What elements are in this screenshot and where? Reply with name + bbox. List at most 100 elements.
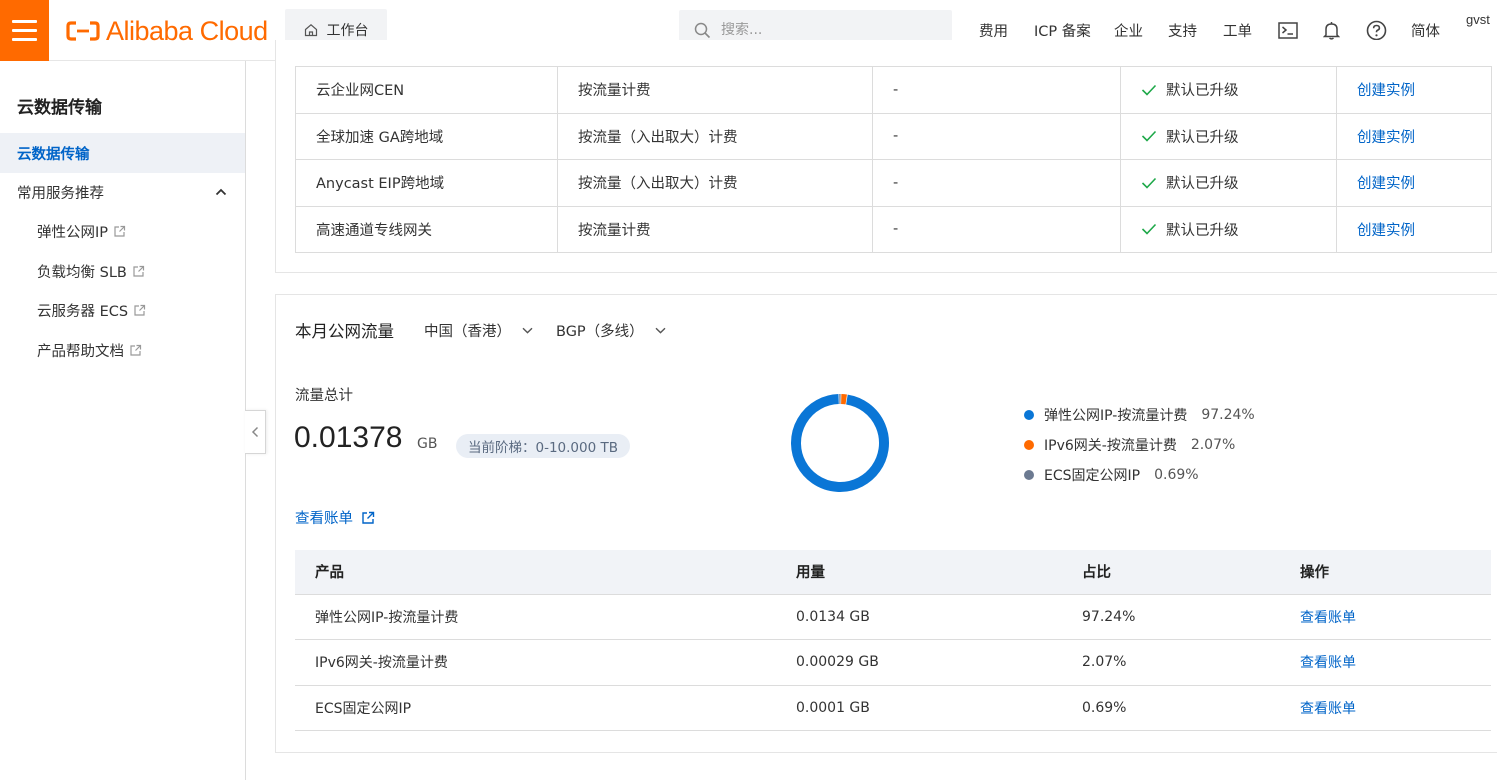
chevron-down-icon [522,327,533,334]
action-cell: 查看账单 [1300,685,1491,731]
product-cell: IPv6网关-按流量计费 [295,639,796,686]
tier-badge: 当前阶梯：0-10.000 TB [456,434,630,458]
check-icon [1141,131,1157,142]
line-select-value: BGP（多线） [556,324,644,340]
action-cell: 查看账单 [1300,639,1491,686]
legend-label: ECS固定公网IP [1044,468,1141,484]
sidebar-link-label: 弹性公网IP [37,225,109,241]
total-traffic-unit: GB [417,436,438,452]
legend-item: ECS固定公网IP 0.69% [1024,460,1255,490]
status-cell: 默认已升级 [1120,66,1337,114]
line-select[interactable]: BGP（多线） [556,320,666,341]
legend-label: 弹性公网IP-按流量计费 [1044,408,1188,424]
traffic-donut-chart [791,394,889,492]
table-row: ECS固定公网IP 0.0001 GB 0.69% 查看账单 [295,685,1491,731]
header-action: 操作 [1300,550,1491,595]
legend-item: 弹性公网IP-按流量计费 97.24% [1024,400,1255,430]
user-account[interactable]: gvst [1466,12,1490,27]
sidebar-link-slb[interactable]: 负载均衡 SLB [37,261,145,282]
view-bill-label: 查看账单 [295,511,353,527]
total-traffic-value: 0.01378 [294,421,403,454]
chevron-up-icon [215,188,227,196]
view-bill-link[interactable]: 查看账单 [1300,610,1356,626]
dash-cell: - [872,205,1121,253]
sidebar-group-label: 常用服务推荐 [17,185,104,202]
sidebar-collapse-button[interactable] [245,410,266,454]
logo-mark-icon [66,21,100,41]
billing-cell: 按流量（入出取大）计费 [557,112,873,160]
action-cell: 查看账单 [1300,594,1491,640]
header-product: 产品 [295,550,796,595]
sidebar-group-recommended[interactable]: 常用服务推荐 [17,181,227,203]
product-usage-table: 产品 用量 占比 操作 弹性公网IP-按流量计费 0.0134 GB 97.24… [295,550,1491,731]
product-cell: 云企业网CEN [295,66,558,114]
billing-cell: 按流量（入出取大）计费 [557,159,873,207]
usage-cell: 0.0001 GB [796,685,1082,731]
ratio-cell: 2.07% [1082,639,1300,686]
sidebar-link-eip[interactable]: 弹性公网IP [37,221,126,242]
create-instance-link[interactable]: 创建实例 [1357,83,1415,99]
external-link-icon [133,265,144,277]
create-instance-link[interactable]: 创建实例 [1357,130,1415,146]
status-cell: 默认已升级 [1120,205,1337,253]
legend-value: 97.24% [1201,407,1255,423]
legend-label: IPv6网关-按流量计费 [1044,438,1177,454]
sidebar: 云数据传输 云数据传输 常用服务推荐 弹性公网IP 负载均衡 SLB 云服务器 … [0,61,246,780]
sidebar-title: 云数据传输 [17,98,102,118]
dash-cell: - [872,66,1121,114]
view-bill-link[interactable]: 查看账单 [295,507,375,528]
header-ratio: 占比 [1082,550,1300,595]
table-row: 云企业网CEN 按流量计费 - 默认已升级 创建实例 [295,66,1492,114]
sidebar-link-label: 产品帮助文档 [37,344,124,360]
view-bill-link[interactable]: 查看账单 [1300,701,1356,717]
legend-value: 0.69% [1154,467,1199,483]
usage-cell: 0.0134 GB [796,594,1082,640]
header-usage: 用量 [796,550,1082,595]
search-icon [694,22,711,38]
nav-support-label: 支持 [1168,24,1197,40]
status-label: 默认已升级 [1166,222,1239,239]
logo-text: Alibaba Cloud [106,15,268,46]
ratio-cell: 0.69% [1082,685,1300,731]
nav-icp-label: ICP 备案 [1034,24,1091,40]
nav-ticket-label: 工单 [1223,24,1252,40]
alibaba-cloud-logo[interactable]: Alibaba Cloud [66,14,268,48]
check-icon [1141,84,1157,96]
product-cell: 弹性公网IP-按流量计费 [295,594,796,640]
check-icon [1141,224,1157,235]
legend-dot [1024,440,1034,450]
create-instance-link[interactable]: 创建实例 [1357,176,1415,192]
view-bill-link[interactable]: 查看账单 [1300,655,1356,671]
region-select[interactable]: 中国（香港） [424,320,533,341]
external-link-icon [130,344,142,356]
table-row: Anycast EIP跨地域 按流量（入出取大）计费 - 默认已升级 创建实例 [295,159,1492,207]
status-label: 默认已升级 [1166,129,1239,146]
billing-cell: 按流量计费 [557,66,873,114]
ratio-cell: 97.24% [1082,594,1300,640]
menu-icon[interactable] [0,0,49,61]
product-cell: Anycast EIP跨地域 [295,159,558,207]
dash-cell: - [872,112,1121,160]
status-label: 默认已升级 [1166,176,1239,193]
sidebar-link-label: 云服务器 ECS [37,304,129,320]
status-cell: 默认已升级 [1120,112,1337,160]
chart-legend: 弹性公网IP-按流量计费 97.24% IPv6网关-按流量计费 2.07% E… [1024,400,1255,490]
sidebar-link-docs[interactable]: 产品帮助文档 [37,340,142,361]
product-cell: 高速通道专线网关 [295,205,558,253]
product-cell: 全球加速 GA跨地域 [295,112,558,160]
action-cell: 创建实例 [1336,205,1492,253]
sidebar-item-data-transfer[interactable]: 云数据传输 [0,133,245,173]
search-input[interactable] [721,22,921,38]
external-link-icon [134,304,146,316]
table-row: 全球加速 GA跨地域 按流量（入出取大）计费 - 默认已升级 创建实例 [295,112,1492,160]
action-cell: 创建实例 [1336,112,1492,160]
legend-item: IPv6网关-按流量计费 2.07% [1024,430,1255,460]
sidebar-link-ecs[interactable]: 云服务器 ECS [37,300,146,321]
check-icon [1141,177,1157,189]
donut-slice-0 [791,394,889,492]
create-instance-link[interactable]: 创建实例 [1357,223,1415,239]
table-row: IPv6网关-按流量计费 0.00029 GB 2.07% 查看账单 [295,639,1491,686]
status-label: 默认已升级 [1166,83,1239,100]
traffic-title: 本月公网流量 [295,322,394,341]
legend-dot [1024,470,1034,480]
